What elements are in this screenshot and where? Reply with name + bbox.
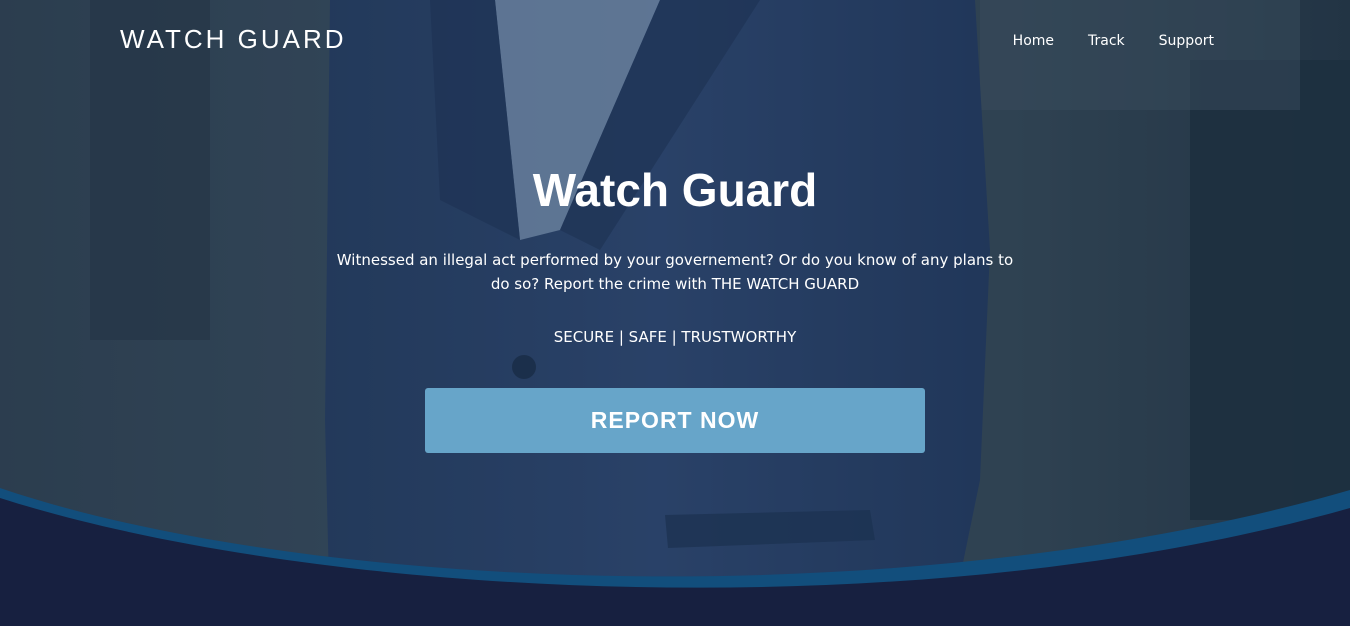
nav-link-track[interactable]: Track bbox=[1088, 33, 1125, 49]
hero-title: Watch Guard bbox=[532, 164, 818, 216]
hero-features: SECURE | SAFE | TRUSTWORTHY bbox=[553, 328, 797, 346]
brand-logo[interactable]: WATCH GUARD bbox=[120, 24, 347, 55]
hero-tagline: Witnessed an illegal act performed by yo… bbox=[336, 251, 1014, 293]
nav-links: Home Track Support bbox=[979, 33, 1214, 49]
top-navbar: WATCH GUARD Home Track Support bbox=[0, 0, 1350, 80]
hero-content: Watch Guard Witnessed an illegal act per… bbox=[0, 160, 1350, 453]
hero-section: WATCH GUARD Home Track Support Watch Gua… bbox=[0, 0, 1350, 626]
nav-link-home[interactable]: Home bbox=[1013, 33, 1054, 49]
bottom-wave-divider bbox=[0, 488, 1350, 626]
nav-link-support[interactable]: Support bbox=[1159, 33, 1214, 49]
report-now-button[interactable]: REPORT NOW bbox=[425, 388, 925, 453]
